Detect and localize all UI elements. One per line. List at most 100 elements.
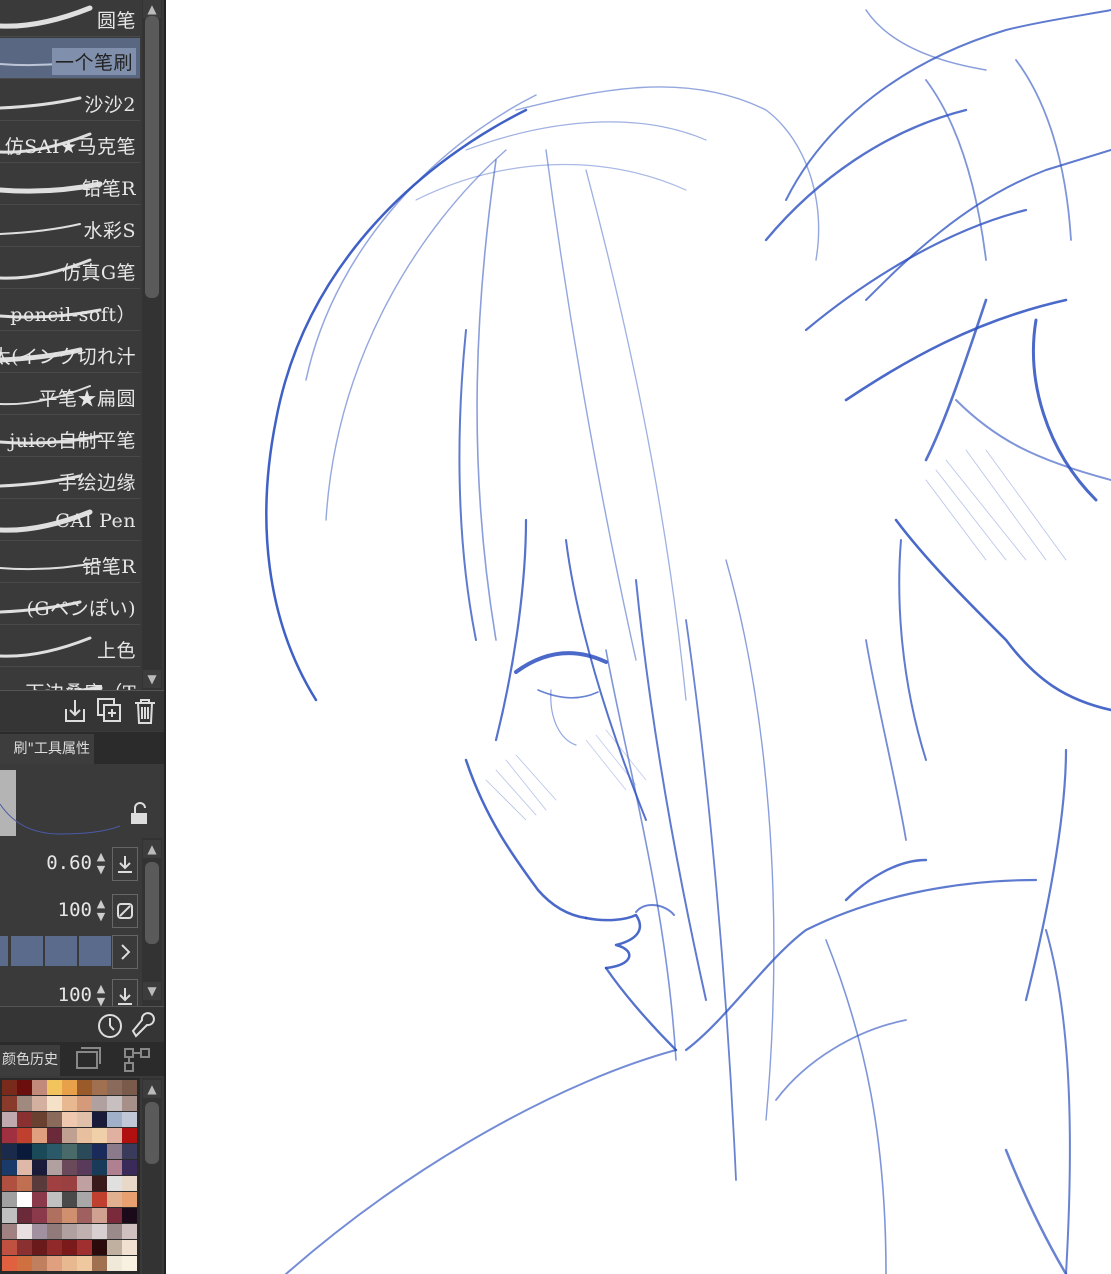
brush-item[interactable]: CAI Pen: [0, 500, 140, 541]
drawing-canvas[interactable]: [166, 0, 1111, 1274]
color-swatch[interactable]: [107, 1176, 122, 1191]
color-swatch[interactable]: [32, 1144, 47, 1159]
color-swatch[interactable]: [77, 1240, 92, 1255]
color-swatch[interactable]: [32, 1160, 47, 1175]
color-swatch[interactable]: [122, 1128, 137, 1143]
color-swatch[interactable]: [92, 1224, 107, 1239]
color-swatch[interactable]: [17, 1224, 32, 1239]
color-swatch[interactable]: [2, 1176, 17, 1191]
color-swatch[interactable]: [92, 1112, 107, 1127]
color-swatch[interactable]: [47, 1208, 62, 1223]
brush-item[interactable]: 水彩S: [0, 206, 140, 247]
color-swatch[interactable]: [77, 1080, 92, 1095]
brush-list-scrollbar[interactable]: ▲ ▼: [142, 0, 162, 690]
color-swatch[interactable]: [122, 1208, 137, 1223]
color-swatch[interactable]: [92, 1144, 107, 1159]
color-swatch[interactable]: [77, 1176, 92, 1191]
color-swatch[interactable]: [92, 1160, 107, 1175]
color-swatch[interactable]: [92, 1128, 107, 1143]
color-swatch[interactable]: [92, 1256, 107, 1271]
color-swatch[interactable]: [2, 1224, 17, 1239]
color-swatch[interactable]: [17, 1256, 32, 1271]
color-swatch[interactable]: [47, 1176, 62, 1191]
color-swatch[interactable]: [47, 1224, 62, 1239]
color-swatch[interactable]: [77, 1096, 92, 1111]
color-swatch[interactable]: [122, 1224, 137, 1239]
color-swatch[interactable]: [62, 1176, 77, 1191]
color-swatch[interactable]: [2, 1160, 17, 1175]
brush-item[interactable]: juice自制平笔: [0, 416, 140, 457]
brush-item[interactable]: 铅笔R: [0, 164, 140, 205]
color-swatch[interactable]: [122, 1240, 137, 1255]
timer-icon[interactable]: [96, 1011, 124, 1039]
brush-item[interactable]: 圆笔: [0, 0, 140, 37]
chevron-right-icon[interactable]: [112, 935, 138, 969]
color-swatch[interactable]: [92, 1096, 107, 1111]
color-swatch[interactable]: [2, 1128, 17, 1143]
color-swatch[interactable]: [107, 1128, 122, 1143]
color-swatch[interactable]: [2, 1192, 17, 1207]
spin-arrows-icon[interactable]: ▲ ▼: [94, 897, 108, 925]
color-swatch[interactable]: [92, 1240, 107, 1255]
scroll-down-arrow-icon[interactable]: ▼: [143, 670, 161, 688]
color-swatch[interactable]: [17, 1208, 32, 1223]
color-history-tab[interactable]: 颜色历史: [0, 1045, 60, 1076]
tool-property-scrollbar[interactable]: ▲ ▼: [142, 838, 162, 1006]
color-swatch[interactable]: [62, 1096, 77, 1111]
download-icon[interactable]: [112, 979, 138, 1006]
brush-item[interactable]: 上色: [0, 626, 140, 667]
color-palette-scrollbar[interactable]: ▲: [142, 1078, 162, 1274]
color-swatch[interactable]: [62, 1208, 77, 1223]
brush-density-value[interactable]: 100: [58, 984, 92, 1006]
color-swatch[interactable]: [17, 1112, 32, 1127]
node-tree-icon[interactable]: [122, 1046, 152, 1072]
tool-property-tab[interactable]: 刷"工具属性: [0, 734, 94, 764]
color-swatch[interactable]: [122, 1256, 137, 1271]
color-swatch[interactable]: [92, 1176, 107, 1191]
color-swatch[interactable]: [2, 1144, 17, 1159]
color-swatch[interactable]: [107, 1096, 122, 1111]
scroll-up-arrow-icon[interactable]: ▲: [143, 1080, 161, 1098]
color-swatch[interactable]: [107, 1256, 122, 1271]
color-swatch[interactable]: [32, 1176, 47, 1191]
color-swatch[interactable]: [62, 1256, 77, 1271]
color-swatch[interactable]: [47, 1192, 62, 1207]
color-swatch[interactable]: [122, 1096, 137, 1111]
color-swatch[interactable]: [77, 1160, 92, 1175]
color-swatch[interactable]: [62, 1128, 77, 1143]
scroll-thumb[interactable]: [145, 16, 159, 298]
color-swatch[interactable]: [47, 1096, 62, 1111]
color-swatch[interactable]: [2, 1240, 17, 1255]
color-swatch[interactable]: [122, 1112, 137, 1127]
wrench-icon[interactable]: [130, 1011, 158, 1039]
brush-item[interactable]: (Gペンぽい): [0, 584, 140, 625]
color-swatch[interactable]: [62, 1160, 77, 1175]
brush-shape-swatch[interactable]: [0, 936, 8, 966]
color-swatch[interactable]: [107, 1112, 122, 1127]
delete-brush-icon[interactable]: [132, 697, 158, 725]
color-swatch[interactable]: [107, 1144, 122, 1159]
layer-window-icon[interactable]: [72, 1046, 102, 1072]
brush-item[interactable]: 铅笔R: [0, 542, 140, 583]
color-swatch[interactable]: [77, 1112, 92, 1127]
color-swatch[interactable]: [92, 1208, 107, 1223]
color-swatch[interactable]: [77, 1256, 92, 1271]
color-swatch[interactable]: [17, 1144, 32, 1159]
color-swatch[interactable]: [62, 1240, 77, 1255]
color-swatch[interactable]: [32, 1096, 47, 1111]
color-swatch[interactable]: [2, 1096, 17, 1111]
color-swatch[interactable]: [77, 1144, 92, 1159]
color-swatch[interactable]: [32, 1224, 47, 1239]
color-swatch[interactable]: [17, 1128, 32, 1143]
no-entry-icon[interactable]: [112, 894, 138, 928]
color-swatch[interactable]: [107, 1192, 122, 1207]
color-swatch[interactable]: [32, 1192, 47, 1207]
color-swatch[interactable]: [47, 1112, 62, 1127]
color-swatch[interactable]: [17, 1160, 32, 1175]
color-swatch[interactable]: [47, 1128, 62, 1143]
color-swatch[interactable]: [122, 1144, 137, 1159]
duplicate-brush-icon[interactable]: [96, 697, 122, 725]
scroll-down-arrow-icon[interactable]: ▼: [143, 982, 161, 1000]
color-swatch[interactable]: [122, 1160, 137, 1175]
color-swatch[interactable]: [32, 1128, 47, 1143]
